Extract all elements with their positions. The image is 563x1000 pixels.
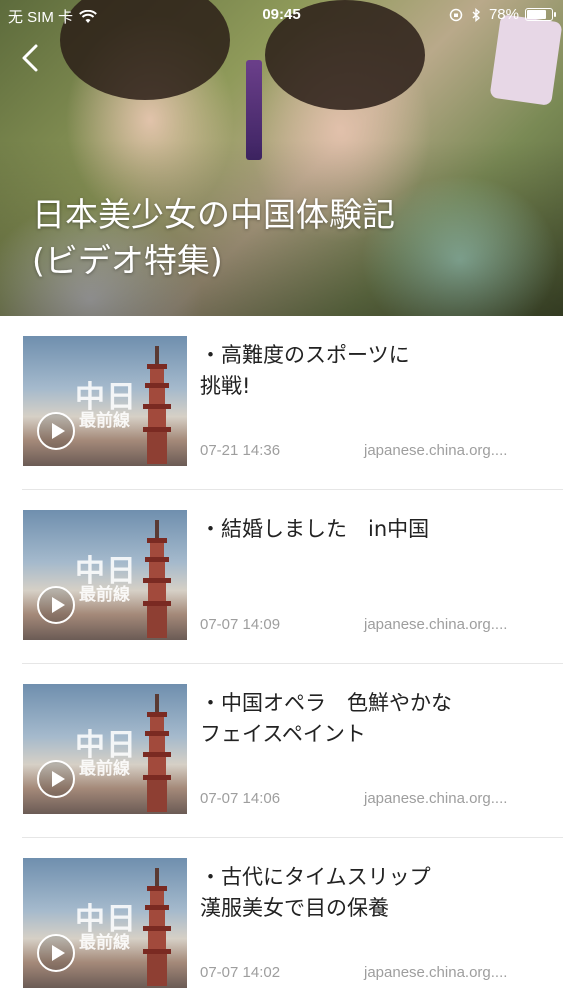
item-timestamp: 07-07 14:02 (200, 964, 281, 981)
status-bar: 无 SIM 卡 09:45 78% (0, 0, 563, 30)
video-thumbnail[interactable]: 中日 最前線 (23, 684, 187, 814)
item-timestamp: 07-07 14:09 (200, 616, 281, 633)
rotation-lock-icon (449, 8, 463, 21)
page-title: 日本美少女の中国体験記 (ビデオ特集) (32, 195, 395, 280)
thumbnail-logo-sub: 最前線 (79, 759, 130, 779)
video-list: 中日 最前線 ・高難度のスポーツに 挑戦! 07-21 14:36 japane… (0, 316, 563, 1000)
list-item[interactable]: 中日 最前線 ・結婚しました in中国 07-07 14:09 japanese… (0, 490, 563, 664)
play-icon[interactable] (37, 412, 75, 450)
list-item[interactable]: 中日 最前線 ・古代にタイムスリップ 漢服美女で目の保養 07-07 14:02… (0, 838, 563, 1000)
item-timestamp: 07-07 14:06 (200, 790, 281, 807)
battery-percent: 78% (488, 6, 519, 23)
item-source: japanese.china.org.... (364, 442, 508, 459)
play-icon[interactable] (37, 586, 75, 624)
pagoda-image (143, 868, 171, 986)
item-source: japanese.china.org.... (364, 964, 508, 981)
battery-icon (525, 8, 556, 21)
thumbnail-logo-sub: 最前線 (79, 933, 130, 953)
pagoda-image (143, 520, 171, 638)
item-title[interactable]: ・結婚しました in中国 (200, 514, 545, 545)
hero-banner: 无 SIM 卡 09:45 78% 日本美少女の中国体験記 (ビデオ特集) (0, 0, 563, 316)
video-thumbnail[interactable]: 中日 最前線 (23, 858, 187, 988)
list-item[interactable]: 中日 最前線 ・高難度のスポーツに 挑戦! 07-21 14:36 japane… (0, 316, 563, 490)
pagoda-image (143, 694, 171, 812)
video-thumbnail[interactable]: 中日 最前線 (23, 510, 187, 640)
item-source: japanese.china.org.... (364, 790, 508, 807)
item-timestamp: 07-21 14:36 (200, 442, 281, 459)
pagoda-image (143, 346, 171, 464)
back-button[interactable] (16, 40, 48, 76)
item-title[interactable]: ・中国オペラ 色鮮やかな フェイスペイント (200, 688, 545, 750)
thumbnail-logo-sub: 最前線 (79, 411, 130, 431)
thumbnail-logo-sub: 最前線 (79, 585, 130, 605)
item-title[interactable]: ・高難度のスポーツに 挑戦! (200, 340, 545, 402)
status-right: 78% (449, 6, 556, 23)
list-item[interactable]: 中日 最前線 ・中国オペラ 色鮮やかな フェイスペイント 07-07 14:06… (0, 664, 563, 838)
bluetooth-icon (472, 7, 481, 22)
play-icon[interactable] (37, 760, 75, 798)
item-source: japanese.china.org.... (364, 616, 508, 633)
video-thumbnail[interactable]: 中日 最前線 (23, 336, 187, 466)
play-icon[interactable] (37, 934, 75, 972)
item-title[interactable]: ・古代にタイムスリップ 漢服美女で目の保養 (200, 862, 545, 924)
